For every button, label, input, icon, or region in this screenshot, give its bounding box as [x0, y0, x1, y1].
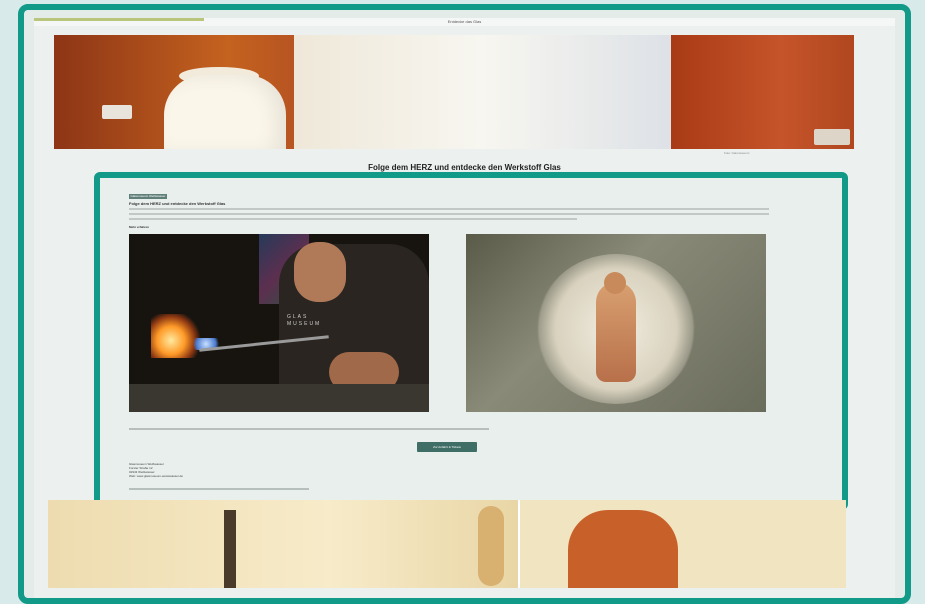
article-title: Folge dem HERZ und entdecke den Werkstof… — [129, 201, 226, 206]
hero-center-light — [294, 35, 674, 149]
more-link[interactable]: Mehr erfahren — [129, 225, 149, 229]
glass-vase — [164, 75, 286, 149]
article-body-text — [129, 208, 769, 222]
wall-socket-right — [814, 129, 850, 145]
lamp-pole — [224, 510, 236, 588]
hero-credit: Foto: Glasmuseum — [724, 151, 750, 155]
angel-body — [596, 282, 636, 382]
top-bar-label: Entdecke das Glas — [447, 19, 482, 24]
address-block: Glasmuseum Weißwasser Forster Straße 12 … — [129, 462, 249, 478]
bottom-banner-image — [48, 500, 846, 588]
text-line — [129, 218, 577, 220]
text-line — [129, 208, 769, 210]
top-bar: Entdecke das Glas — [34, 18, 895, 26]
footer-text-line — [129, 488, 309, 490]
glassblower-face — [294, 242, 346, 302]
text-line — [129, 213, 769, 215]
illustrated-figure — [568, 510, 678, 588]
address-link[interactable]: Web: www.glasmuseum-weisswasser.de — [129, 474, 249, 478]
hero-image — [54, 35, 854, 149]
wall-socket-left — [102, 105, 132, 119]
directions-tickets-button[interactable]: Zur Anfahrt & Tickets — [417, 442, 477, 452]
caption-text-line — [129, 428, 489, 430]
torch-flame — [151, 314, 201, 358]
article-tag[interactable]: Glasmuseum Weißwasser — [129, 194, 167, 199]
shirt-print: GLAS MUSEUM — [287, 314, 322, 327]
glass-angel-ornament-photo[interactable] — [466, 234, 766, 412]
workbench — [129, 384, 429, 412]
bottom-left-panel — [48, 500, 518, 588]
wooden-paddle — [478, 506, 504, 586]
page-title: Folge dem HERZ und entdecke den Werkstof… — [368, 163, 561, 172]
angel-head — [604, 272, 626, 294]
glassblower-photo[interactable]: GLAS MUSEUM — [129, 234, 429, 412]
